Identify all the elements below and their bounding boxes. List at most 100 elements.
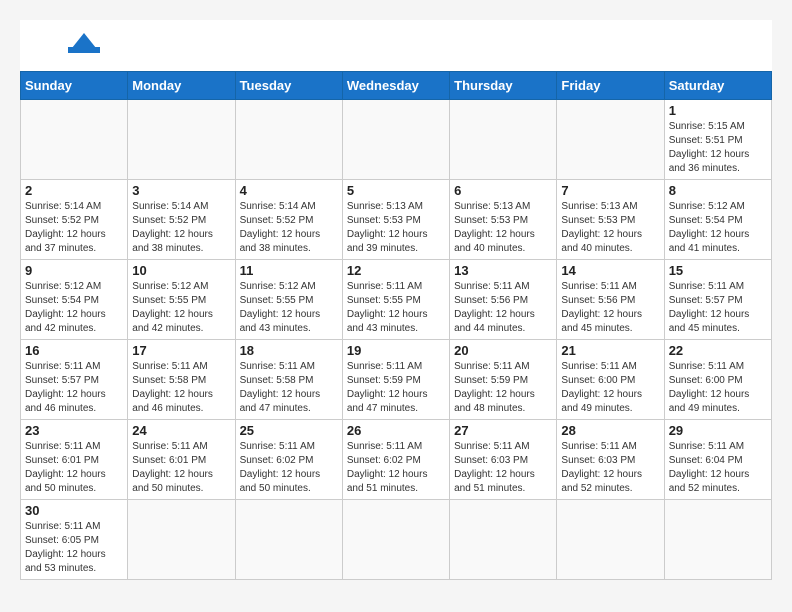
- day-number: 9: [25, 263, 123, 278]
- col-header-friday: Friday: [557, 72, 664, 100]
- calendar-week-row: 9 Sunrise: 5:12 AM Sunset: 5:54 PM Daylig…: [21, 260, 772, 340]
- day-info: Sunrise: 5:15 AM Sunset: 5:51 PM Dayligh…: [669, 120, 767, 176]
- calendar-cell: [128, 100, 235, 180]
- day-number: 30: [25, 503, 123, 518]
- calendar-cell: 24Sunrise: 5:11 AM Sunset: 6:01 PM Dayli…: [128, 420, 235, 500]
- logo: [30, 35, 112, 58]
- col-header-tuesday: Tuesday: [235, 72, 342, 100]
- calendar-cell: 2 Sunrise: 5:14 AM Sunset: 5:52 PM Daylig…: [21, 180, 128, 260]
- day-info: Sunrise: 5:11 AM Sunset: 6:03 PM Dayligh…: [561, 440, 659, 496]
- calendar-cell: 9 Sunrise: 5:12 AM Sunset: 5:54 PM Daylig…: [21, 260, 128, 340]
- day-number: 16: [25, 343, 123, 358]
- day-info: Sunrise: 5:11 AM Sunset: 5:55 PM Dayligh…: [347, 280, 445, 336]
- calendar-page: SundayMondayTuesdayWednesdayThursdayFrid…: [20, 20, 772, 580]
- day-number: 1: [669, 103, 767, 118]
- day-info: Sunrise: 5:11 AM Sunset: 6:02 PM Dayligh…: [347, 440, 445, 496]
- calendar-cell: [664, 500, 771, 580]
- day-info: Sunrise: 5:11 AM Sunset: 6:03 PM Dayligh…: [454, 440, 552, 496]
- day-info: Sunrise: 5:11 AM Sunset: 5:56 PM Dayligh…: [454, 280, 552, 336]
- calendar-cell: 16 Sunrise: 5:11 AM Sunset: 5:57 PM Dayli…: [21, 340, 128, 420]
- day-info: Sunrise: 5:11 AM Sunset: 5:57 PM Dayligh…: [25, 360, 123, 416]
- calendar-cell: 12 Sunrise: 5:11 AM Sunset: 5:55 PM Dayli…: [342, 260, 449, 340]
- day-number: 20: [454, 343, 552, 358]
- day-info: Sunrise: 5:13 AM Sunset: 5:53 PM Dayligh…: [347, 200, 445, 256]
- day-number: 27: [454, 423, 552, 438]
- day-number: 5: [347, 183, 445, 198]
- day-number: 15: [669, 263, 767, 278]
- col-header-saturday: Saturday: [664, 72, 771, 100]
- day-number: 6: [454, 183, 552, 198]
- day-info: Sunrise: 5:11 AM Sunset: 5:59 PM Dayligh…: [454, 360, 552, 416]
- day-info: Sunrise: 5:12 AM Sunset: 5:55 PM Dayligh…: [132, 280, 230, 336]
- day-number: 25: [240, 423, 338, 438]
- calendar-cell: 11Sunrise: 5:12 AM Sunset: 5:55 PM Dayli…: [235, 260, 342, 340]
- day-number: 29: [669, 423, 767, 438]
- calendar-cell: 1 Sunrise: 5:15 AM Sunset: 5:51 PM Daylig…: [664, 100, 771, 180]
- day-info: Sunrise: 5:11 AM Sunset: 5:57 PM Dayligh…: [669, 280, 767, 336]
- calendar-cell: 30 Sunrise: 5:11 AM Sunset: 6:05 PM Dayli…: [21, 500, 128, 580]
- calendar-table: SundayMondayTuesdayWednesdayThursdayFrid…: [20, 71, 772, 580]
- day-number: 17: [132, 343, 230, 358]
- day-number: 10: [132, 263, 230, 278]
- calendar-cell: 27 Sunrise: 5:11 AM Sunset: 6:03 PM Dayli…: [450, 420, 557, 500]
- day-info: Sunrise: 5:14 AM Sunset: 5:52 PM Dayligh…: [240, 200, 338, 256]
- calendar-cell: 29Sunrise: 5:11 AM Sunset: 6:04 PM Dayli…: [664, 420, 771, 500]
- day-info: Sunrise: 5:14 AM Sunset: 5:52 PM Dayligh…: [25, 200, 123, 256]
- calendar-header-row: SundayMondayTuesdayWednesdayThursdayFrid…: [21, 72, 772, 100]
- calendar-cell: 3 Sunrise: 5:14 AM Sunset: 5:52 PM Daylig…: [128, 180, 235, 260]
- calendar-cell: 13 Sunrise: 5:11 AM Sunset: 5:56 PM Dayli…: [450, 260, 557, 340]
- calendar-cell: [128, 500, 235, 580]
- day-number: 23: [25, 423, 123, 438]
- day-number: 28: [561, 423, 659, 438]
- calendar-cell: 5 Sunrise: 5:13 AM Sunset: 5:53 PM Daylig…: [342, 180, 449, 260]
- day-info: Sunrise: 5:14 AM Sunset: 5:52 PM Dayligh…: [132, 200, 230, 256]
- day-info: Sunrise: 5:11 AM Sunset: 6:00 PM Dayligh…: [669, 360, 767, 416]
- calendar-cell: 7Sunrise: 5:13 AM Sunset: 5:53 PM Daylig…: [557, 180, 664, 260]
- calendar-cell: 25Sunrise: 5:11 AM Sunset: 6:02 PM Dayli…: [235, 420, 342, 500]
- calendar-cell: 18 Sunrise: 5:11 AM Sunset: 5:58 PM Dayli…: [235, 340, 342, 420]
- day-info: Sunrise: 5:13 AM Sunset: 5:53 PM Dayligh…: [561, 200, 659, 256]
- col-header-thursday: Thursday: [450, 72, 557, 100]
- calendar-cell: 17 Sunrise: 5:11 AM Sunset: 5:58 PM Dayli…: [128, 340, 235, 420]
- calendar-cell: [342, 500, 449, 580]
- day-number: 3: [132, 183, 230, 198]
- header: [20, 20, 772, 63]
- col-header-sunday: Sunday: [21, 72, 128, 100]
- day-number: 13: [454, 263, 552, 278]
- day-number: 12: [347, 263, 445, 278]
- day-number: 18: [240, 343, 338, 358]
- day-number: 8: [669, 183, 767, 198]
- day-info: Sunrise: 5:11 AM Sunset: 5:58 PM Dayligh…: [132, 360, 230, 416]
- day-number: 2: [25, 183, 123, 198]
- day-number: 19: [347, 343, 445, 358]
- day-number: 14: [561, 263, 659, 278]
- logo-icon: [32, 31, 112, 53]
- calendar-cell: 21Sunrise: 5:11 AM Sunset: 6:00 PM Dayli…: [557, 340, 664, 420]
- day-number: 22: [669, 343, 767, 358]
- day-info: Sunrise: 5:11 AM Sunset: 5:56 PM Dayligh…: [561, 280, 659, 336]
- calendar-cell: 10 Sunrise: 5:12 AM Sunset: 5:55 PM Dayli…: [128, 260, 235, 340]
- calendar-cell: 4 Sunrise: 5:14 AM Sunset: 5:52 PM Daylig…: [235, 180, 342, 260]
- day-info: Sunrise: 5:11 AM Sunset: 6:05 PM Dayligh…: [25, 520, 123, 576]
- calendar-cell: 20 Sunrise: 5:11 AM Sunset: 5:59 PM Dayli…: [450, 340, 557, 420]
- day-number: 26: [347, 423, 445, 438]
- day-info: Sunrise: 5:11 AM Sunset: 6:00 PM Dayligh…: [561, 360, 659, 416]
- calendar-cell: [21, 100, 128, 180]
- day-info: Sunrise: 5:12 AM Sunset: 5:54 PM Dayligh…: [25, 280, 123, 336]
- calendar-cell: 23 Sunrise: 5:11 AM Sunset: 6:01 PM Dayli…: [21, 420, 128, 500]
- calendar-week-row: 2 Sunrise: 5:14 AM Sunset: 5:52 PM Daylig…: [21, 180, 772, 260]
- day-info: Sunrise: 5:11 AM Sunset: 5:58 PM Dayligh…: [240, 360, 338, 416]
- col-header-wednesday: Wednesday: [342, 72, 449, 100]
- calendar-cell: [342, 100, 449, 180]
- day-number: 4: [240, 183, 338, 198]
- calendar-week-row: 16 Sunrise: 5:11 AM Sunset: 5:57 PM Dayli…: [21, 340, 772, 420]
- calendar-cell: [557, 500, 664, 580]
- calendar-cell: 15 Sunrise: 5:11 AM Sunset: 5:57 PM Dayli…: [664, 260, 771, 340]
- calendar-cell: 6Sunrise: 5:13 AM Sunset: 5:53 PM Daylig…: [450, 180, 557, 260]
- day-info: Sunrise: 5:11 AM Sunset: 6:01 PM Dayligh…: [25, 440, 123, 496]
- calendar-week-row: 1 Sunrise: 5:15 AM Sunset: 5:51 PM Daylig…: [21, 100, 772, 180]
- day-info: Sunrise: 5:12 AM Sunset: 5:55 PM Dayligh…: [240, 280, 338, 336]
- calendar-cell: 26 Sunrise: 5:11 AM Sunset: 6:02 PM Dayli…: [342, 420, 449, 500]
- calendar-cell: 14 Sunrise: 5:11 AM Sunset: 5:56 PM Dayli…: [557, 260, 664, 340]
- day-info: Sunrise: 5:12 AM Sunset: 5:54 PM Dayligh…: [669, 200, 767, 256]
